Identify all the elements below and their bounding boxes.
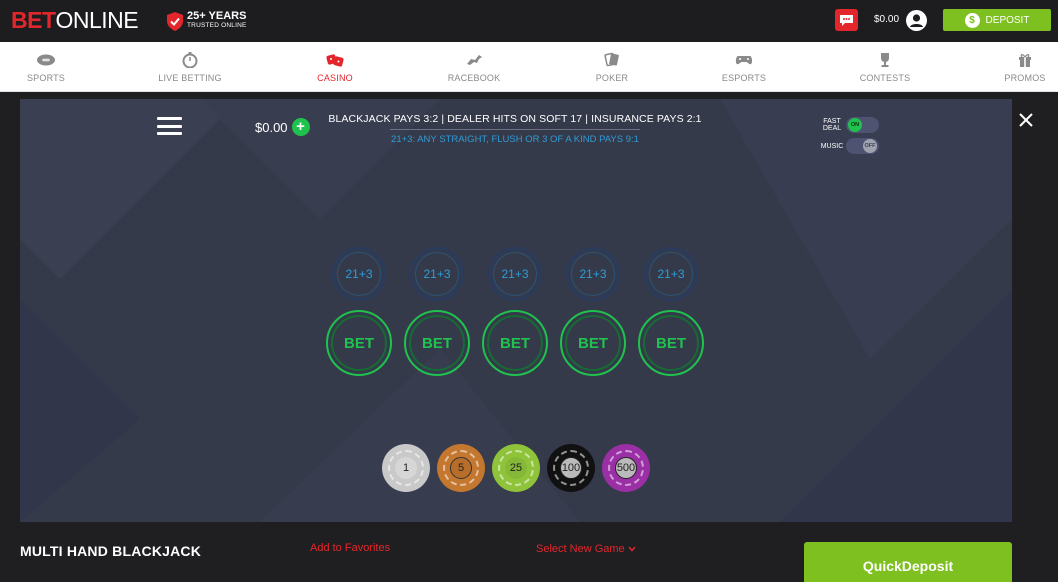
side-bet-label: 21+3 bbox=[345, 267, 373, 281]
table-rules: BLACKJACK PAYS 3:2 | DEALER HITS ON SOFT… bbox=[320, 113, 710, 145]
top-bar: BETONLINE 25+ YEARS TRUSTED ONLINE $0.00… bbox=[0, 0, 1058, 42]
nav-casino[interactable]: CASINO bbox=[310, 42, 360, 92]
side-bet-label: 21+3 bbox=[423, 267, 451, 281]
nav-label: PROMOS bbox=[1004, 72, 1046, 83]
rules-main-line: BLACKJACK PAYS 3:2 | DEALER HITS ON SOFT… bbox=[328, 113, 702, 125]
bet-label: BET bbox=[500, 334, 530, 352]
trusted-badge: 25+ YEARS TRUSTED ONLINE bbox=[167, 10, 247, 32]
fast-deal-toggle[interactable]: ON bbox=[846, 117, 879, 133]
deposit-button[interactable]: $ DEPOSIT bbox=[943, 9, 1051, 31]
dice-icon bbox=[326, 53, 344, 67]
shield-check-icon bbox=[167, 11, 183, 31]
live-chat-button[interactable] bbox=[835, 9, 858, 31]
logo-bet-text: BET bbox=[11, 7, 56, 33]
add-funds-button[interactable]: + bbox=[291, 118, 310, 136]
fast-deal-label: FAST DEAL bbox=[822, 118, 842, 132]
music-label: MUSIC bbox=[820, 142, 844, 150]
main-nav: SPORTS LIVE BETTING CASINO RACEBOOK POKE… bbox=[0, 42, 1058, 92]
betonline-logo[interactable]: BETONLINE bbox=[11, 7, 139, 33]
bet-label: BET bbox=[344, 334, 374, 352]
select-new-game-label: Select New Game bbox=[536, 543, 625, 555]
deposit-label: DEPOSIT bbox=[985, 14, 1030, 26]
chip-5[interactable]: 5 bbox=[437, 444, 485, 492]
trophy-icon bbox=[881, 52, 889, 67]
bet-spot-2[interactable]: BET bbox=[404, 310, 470, 376]
close-icon[interactable] bbox=[1018, 112, 1034, 128]
blackjack-table[interactable]: $0.00 + BLACKJACK PAYS 3:2 | DEALER HITS… bbox=[20, 99, 1012, 522]
nav-label: RACEBOOK bbox=[447, 72, 501, 83]
stopwatch-icon bbox=[182, 51, 198, 68]
game-frame: $0.00 + BLACKJACK PAYS 3:2 | DEALER HITS… bbox=[0, 92, 1058, 522]
football-icon bbox=[37, 54, 55, 65]
nav-racebook[interactable]: RACEBOOK bbox=[444, 42, 504, 92]
bet-label: BET bbox=[422, 334, 452, 352]
music-toggle[interactable]: OFF bbox=[846, 138, 879, 154]
menu-icon bbox=[157, 117, 182, 120]
side-bet-label: 21+3 bbox=[501, 267, 529, 281]
nav-live-betting[interactable]: LIVE BETTING bbox=[155, 42, 225, 92]
side-bet-label: 21+3 bbox=[657, 267, 685, 281]
nav-esports[interactable]: ESPORTS bbox=[719, 42, 769, 92]
gamepad-icon bbox=[735, 55, 753, 64]
horse-icon bbox=[467, 54, 482, 65]
chip-value: 500 bbox=[615, 457, 637, 479]
rules-side-bet-line: 21+3: ANY STRAIGHT, FLUSH OR 3 OF A KIND… bbox=[391, 134, 639, 145]
music-state: OFF bbox=[863, 139, 877, 153]
quick-deposit-button[interactable]: QuickDeposit bbox=[804, 542, 1012, 582]
side-bet-spot-2[interactable]: 21+3 bbox=[410, 247, 464, 301]
chip-value: 5 bbox=[450, 457, 472, 479]
nav-label: CASINO bbox=[317, 72, 353, 83]
side-bet-spot-4[interactable]: 21+3 bbox=[566, 247, 620, 301]
chip-500[interactable]: 500 bbox=[602, 444, 650, 492]
bet-label: BET bbox=[578, 334, 608, 352]
side-bet-spot-5[interactable]: 21+3 bbox=[644, 247, 698, 301]
nav-sports[interactable]: SPORTS bbox=[22, 42, 70, 92]
nav-poker[interactable]: POKER bbox=[592, 42, 632, 92]
game-title: MULTI HAND BLACKJACK bbox=[20, 543, 202, 559]
game-footer: MULTI HAND BLACKJACK Add to Favorites Se… bbox=[0, 522, 1058, 582]
chip-100[interactable]: 100 bbox=[547, 444, 595, 492]
bet-spot-3[interactable]: BET bbox=[482, 310, 548, 376]
cards-icon bbox=[604, 52, 619, 66]
logo-online-text: ONLINE bbox=[55, 7, 139, 33]
chip-value: 1 bbox=[395, 457, 417, 479]
bet-spot-5[interactable]: BET bbox=[638, 310, 704, 376]
chevron-down-icon bbox=[628, 546, 636, 552]
bet-spot-1[interactable]: BET bbox=[326, 310, 392, 376]
side-bet-label: 21+3 bbox=[579, 267, 607, 281]
chat-icon bbox=[840, 14, 853, 26]
gift-icon bbox=[1019, 53, 1031, 67]
nav-promos[interactable]: PROMOS bbox=[1002, 42, 1048, 92]
chip-value: 100 bbox=[560, 457, 582, 479]
rules-divider bbox=[390, 129, 640, 130]
game-balance: $0.00 + bbox=[255, 118, 310, 136]
bet-label: BET bbox=[656, 334, 686, 352]
side-bet-spot-1[interactable]: 21+3 bbox=[332, 247, 386, 301]
bet-spot-4[interactable]: BET bbox=[560, 310, 626, 376]
nav-label: POKER bbox=[595, 72, 629, 83]
nav-label: LIVE BETTING bbox=[158, 72, 222, 83]
nav-label: ESPORTS bbox=[721, 72, 767, 83]
nav-label: CONTESTS bbox=[859, 72, 911, 83]
nav-label: SPORTS bbox=[26, 72, 66, 83]
account-balance: $0.00 bbox=[874, 14, 900, 25]
fast-deal-state: ON bbox=[848, 118, 862, 132]
music-toggle-row: MUSIC OFF bbox=[820, 138, 879, 154]
add-to-favorites-link[interactable]: Add to Favorites bbox=[310, 542, 390, 554]
game-balance-value: $0.00 bbox=[255, 119, 288, 135]
years-subtext: TRUSTED ONLINE bbox=[187, 22, 247, 29]
select-new-game-dropdown[interactable]: Select New Game bbox=[536, 543, 636, 555]
side-bet-spot-3[interactable]: 21+3 bbox=[488, 247, 542, 301]
dollar-icon: $ bbox=[964, 12, 980, 28]
fast-deal-toggle-row: FAST DEAL ON bbox=[820, 117, 879, 133]
chip-1[interactable]: 1 bbox=[382, 444, 430, 492]
nav-contests[interactable]: CONTESTS bbox=[858, 42, 912, 92]
user-icon[interactable] bbox=[906, 10, 927, 31]
menu-button[interactable] bbox=[157, 117, 182, 135]
chip-value: 25 bbox=[505, 457, 527, 479]
chip-25[interactable]: 25 bbox=[492, 444, 540, 492]
years-heading: 25+ YEARS bbox=[187, 10, 247, 22]
